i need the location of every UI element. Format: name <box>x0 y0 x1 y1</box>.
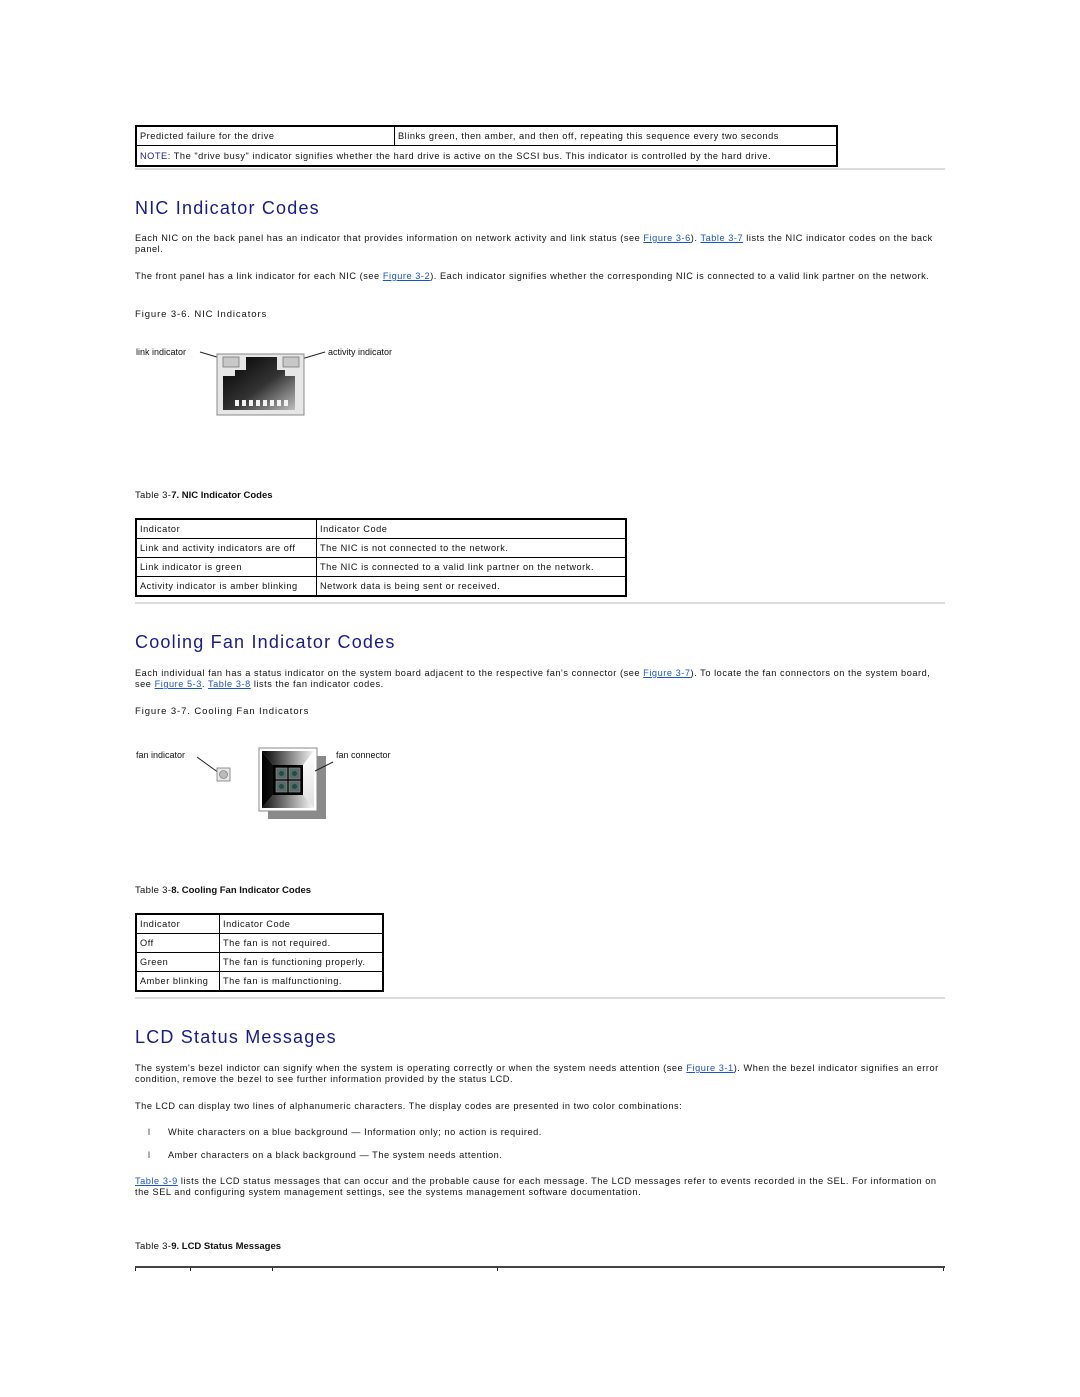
text: Each NIC on the back panel has an indica… <box>135 233 644 243</box>
section-heading-lcd: LCD Status Messages <box>135 1027 337 1047</box>
nic-paragraph-2: The front panel has a link indicator for… <box>135 271 945 282</box>
link-figure-3-7[interactable]: Figure 3-7 <box>643 668 690 678</box>
cooling-fan-figure: fan indicator fan connector <box>136 747 391 819</box>
table-cell: Green <box>135 952 220 972</box>
lcd-status-table <box>135 1266 945 1271</box>
link-table-3-8[interactable]: Table 3-8 <box>208 679 251 689</box>
link-led <box>222 356 240 368</box>
column-divider <box>943 1268 944 1271</box>
bullet-icon: l <box>148 1127 151 1137</box>
divider <box>135 997 945 999</box>
link-figure-3-1[interactable]: Figure 3-1 <box>686 1063 733 1073</box>
note-row: NOTE: The "drive busy" indicator signifi… <box>135 145 838 167</box>
figure-label-fan-indicator: fan indicator <box>136 750 185 760</box>
section-heading-nic: NIC Indicator Codes <box>135 198 320 218</box>
table-row: Off The fan is not required. <box>135 933 384 953</box>
table-cell: Predicted failure for the drive <box>135 125 395 146</box>
table-row: Activity indicator is amber blinking Net… <box>135 576 627 597</box>
divider <box>135 168 945 170</box>
fan-indicator-table: Indicator Indicator Code Off The fan is … <box>135 913 384 992</box>
text: lists the LCD status messages that can o… <box>135 1176 937 1197</box>
link-table-3-9[interactable]: Table 3-9 <box>135 1176 178 1186</box>
figure-label-fan-connector: fan connector <box>336 750 391 760</box>
leader-line <box>196 756 220 774</box>
caption-prefix: Table 3- <box>135 1241 172 1252</box>
bullet-icon: l <box>148 1150 151 1160</box>
column-divider <box>497 1268 498 1271</box>
divider <box>135 602 945 604</box>
column-divider <box>190 1268 191 1271</box>
lcd-paragraph-3: Table 3-9 lists the LCD status messages … <box>135 1176 945 1198</box>
link-figure-3-2[interactable]: Figure 3-2 <box>383 271 430 281</box>
table-cell: Activity indicator is amber blinking <box>135 576 317 597</box>
lcd-paragraph-2: The LCD can display two lines of alphanu… <box>135 1101 683 1111</box>
drive-indicator-table: Predicted failure for the drive Blinks g… <box>135 125 838 167</box>
lcd-paragraph-1: The system's bezel indictor can signify … <box>135 1063 945 1085</box>
fan-paragraph-1: Each individual fan has a status indicat… <box>135 668 945 690</box>
figure-caption-nic: Figure 3-6. NIC Indicators <box>135 309 268 320</box>
table-row: Link and activity indicators are off The… <box>135 538 627 558</box>
note-cell: NOTE: The "drive busy" indicator signifi… <box>135 145 838 167</box>
text: ). Each indicator signifies whether the … <box>430 271 930 281</box>
activity-led <box>282 356 300 368</box>
table-cell: The fan is functioning properly. <box>219 952 384 972</box>
note-text: The "drive busy" indicator signifies whe… <box>170 150 772 161</box>
nic-indicator-table: Indicator Indicator Code Link and activi… <box>135 518 627 597</box>
table-header-cell: Indicator <box>135 518 317 539</box>
nic-paragraph-1: Each NIC on the back panel has an indica… <box>135 233 940 255</box>
link-figure-5-3[interactable]: Figure 5-3 <box>155 679 202 689</box>
figure-label-activity-indicator: activity indicator <box>328 347 392 357</box>
table-cell: The fan is malfunctioning. <box>219 971 384 992</box>
figure-caption-fan: Figure 3-7. Cooling Fan Indicators <box>135 706 310 717</box>
table-header-cell: Indicator Code <box>316 518 627 539</box>
fan-indicator-led-dot <box>219 770 228 779</box>
note-label: NOTE: <box>140 150 171 161</box>
caption-title: 9. LCD Status Messages <box>171 1241 282 1252</box>
bullet-list-item: l White characters on a blue background —… <box>148 1127 542 1138</box>
text: The front panel has a link indicator for… <box>135 271 383 281</box>
table-cell: The NIC is connected to a valid link par… <box>316 557 627 577</box>
table-caption-nic: Table 3-7. NIC Indicator Codes <box>135 490 273 501</box>
bullet-list-item: l Amber characters on a black background … <box>148 1150 502 1161</box>
table-header-cell: Indicator Code <box>219 913 384 934</box>
table-row: Green The fan is functioning properly. <box>135 952 384 972</box>
link-table-3-7[interactable]: Table 3-7 <box>700 233 743 243</box>
table-cell: The fan is not required. <box>219 933 384 953</box>
table-cell: Link and activity indicators are off <box>135 538 317 558</box>
table-header-row: Indicator Indicator Code <box>135 913 384 934</box>
table-cell: Link indicator is green <box>135 557 317 577</box>
table-header-cell: Indicator <box>135 913 220 934</box>
table-caption-lcd: Table 3-9. LCD Status Messages <box>135 1241 281 1252</box>
table-cell: Off <box>135 933 220 953</box>
caption-title: 7. NIC Indicator Codes <box>171 490 273 501</box>
caption-prefix: Table 3- <box>135 885 172 896</box>
link-figure-3-6[interactable]: Figure 3-6 <box>643 233 690 243</box>
text: The system's bezel indictor can signify … <box>135 1063 687 1073</box>
table-row: Predicted failure for the drive Blinks g… <box>135 125 838 146</box>
text: ). <box>690 233 701 243</box>
nic-indicators-figure: link indicator activity indicator <box>136 347 392 416</box>
column-divider <box>135 1268 136 1271</box>
table-caption-fan: Table 3-8. Cooling Fan Indicator Codes <box>135 885 311 896</box>
column-divider <box>272 1268 273 1271</box>
table-cell: Network data is being sent or received. <box>316 576 627 597</box>
text: lists the fan indicator codes. <box>250 679 384 689</box>
bullet-text: Amber characters on a black background —… <box>168 1150 503 1160</box>
table-cell: The NIC is not connected to the network. <box>316 538 627 558</box>
table-row: Link indicator is green The NIC is conne… <box>135 557 627 577</box>
caption-title: 8. Cooling Fan Indicator Codes <box>171 885 312 896</box>
figure-label-link-indicator: link indicator <box>136 347 186 357</box>
bullet-text: White characters on a blue background — … <box>168 1127 542 1137</box>
caption-prefix: Table 3- <box>135 490 172 501</box>
text: Each individual fan has a status indicat… <box>135 668 644 678</box>
section-heading-cooling-fan: Cooling Fan Indicator Codes <box>135 632 396 652</box>
table-row: Amber blinking The fan is malfunctioning… <box>135 971 384 992</box>
table-cell: Blinks green, then amber, and then off, … <box>394 125 838 146</box>
table-header-row: Indicator Indicator Code <box>135 518 627 539</box>
table-cell: Amber blinking <box>135 971 220 992</box>
